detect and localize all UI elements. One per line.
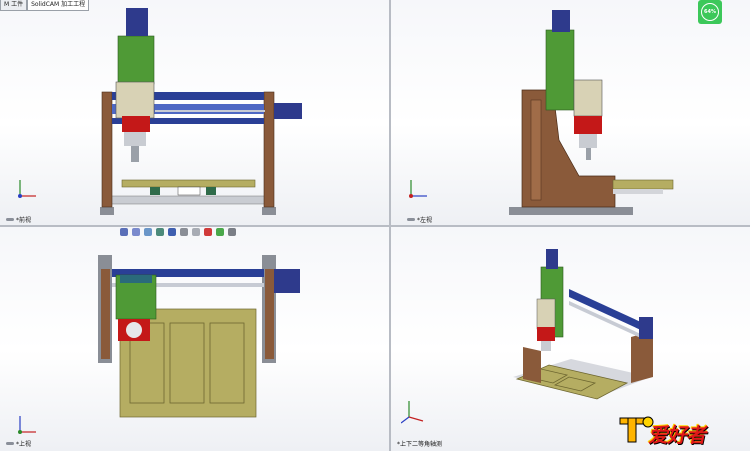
document-tabs: M 工件 SolidCAM 加工工程: [0, 0, 90, 11]
tab-workpiece[interactable]: M 工件: [0, 0, 28, 11]
hide-show-icon[interactable]: [192, 228, 200, 236]
scene-icon[interactable]: [216, 228, 224, 236]
tab-solidcam[interactable]: SolidCAM 加工工程: [27, 0, 90, 11]
viewport-front[interactable]: *前视: [0, 0, 389, 225]
view-label-front: *前视: [6, 215, 31, 224]
zoom-fit-icon[interactable]: [120, 228, 128, 236]
viewport-left[interactable]: *左视: [391, 0, 750, 225]
zoom-area-icon[interactable]: [132, 228, 140, 236]
display-style-icon[interactable]: [180, 228, 188, 236]
view-name: *前视: [16, 217, 32, 224]
left-view-model: [509, 10, 674, 215]
logo-text: 爱好者: [647, 423, 710, 447]
top-view-model: [98, 255, 300, 418]
progress-ring-icon: 64%: [701, 3, 719, 21]
view-name: *左视: [417, 217, 433, 224]
axis-triad-icon: [18, 180, 36, 198]
view-label-left: *左视: [407, 215, 432, 224]
view-name: *上下二等角轴测: [397, 441, 443, 448]
view-settings-icon[interactable]: [228, 228, 236, 236]
previous-view-icon[interactable]: [144, 228, 152, 236]
view-label-isometric: *上下二等角轴测: [397, 439, 442, 448]
appearance-icon[interactable]: [204, 228, 212, 236]
view-toolbar: [120, 228, 236, 236]
viewport-top[interactable]: *上视: [0, 227, 389, 451]
viewport-splitter-horizontal[interactable]: [0, 225, 750, 227]
section-view-icon[interactable]: [156, 228, 164, 236]
watermark-logo: 爱好者: [616, 412, 744, 448]
view-indicator-icon: [6, 218, 14, 221]
axis-triad-icon: [401, 401, 424, 424]
axis-triad-icon: [18, 416, 36, 434]
view-label-top: *上视: [6, 439, 31, 448]
view-name: *上视: [16, 441, 32, 448]
view-indicator-icon: [407, 218, 415, 221]
performance-badge[interactable]: 64%: [698, 0, 722, 24]
front-view-model: [100, 8, 302, 215]
axis-triad-icon: [409, 180, 427, 198]
view-indicator-icon: [6, 442, 14, 445]
view-orientation-icon[interactable]: [168, 228, 176, 236]
